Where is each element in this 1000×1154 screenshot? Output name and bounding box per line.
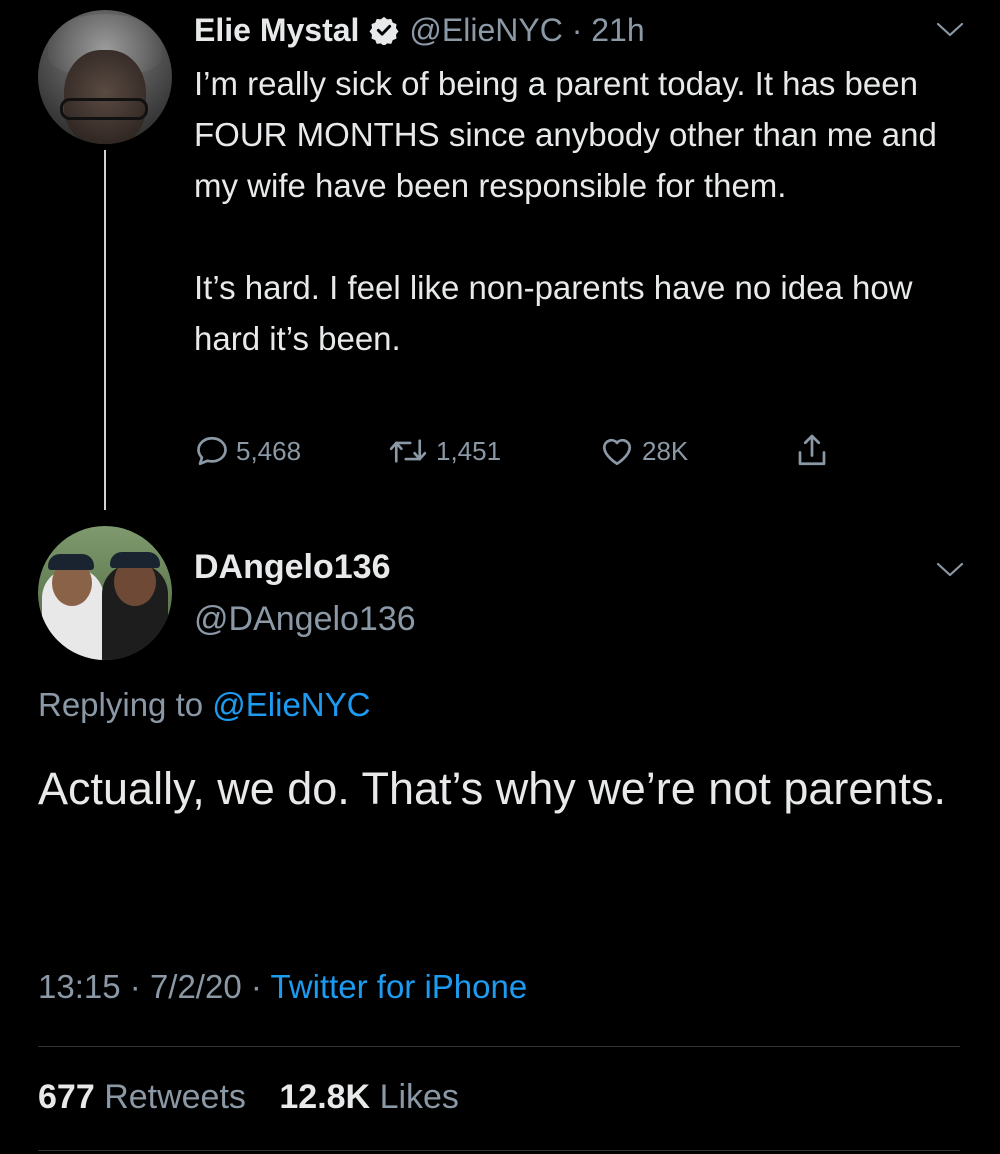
tweet-timestamp: 13:15 [38,968,121,1005]
likes-count: 12.8K [279,1078,371,1116]
tweet-paragraph: It’s hard. I feel like non-parents have … [194,269,913,357]
replying-to-mention-link[interactable]: @ElieNYC [212,686,370,723]
avatar-dangelo136[interactable] [38,526,172,660]
replying-to-line: Replying to @ElieNYC [38,686,370,724]
like-icon [602,438,632,466]
author-handle[interactable]: @ElieNYC [409,12,562,48]
tweet-paragraph: I’m really sick of being a parent today.… [194,65,937,204]
like-count: 28K [642,435,689,466]
tweet-actions: 5,468 1,451 28K [194,428,854,474]
tweet-thread-screen: Elie Mystal @ElieNYC · 21h I’m really si… [0,0,1000,1154]
reply-author-name[interactable]: DAngelo136 [194,548,391,587]
chevron-down-icon[interactable] [936,562,964,578]
tweet-body: I’m really sick of being a parent today.… [194,58,954,364]
tweet-source-link[interactable]: Twitter for iPhone [270,968,527,1005]
tweet-date: 7/2/20 [149,968,242,1005]
tweet-time[interactable]: 21h [591,12,644,48]
meta-separator: · [129,968,141,1005]
tweet-header: Elie Mystal @ElieNYC · 21h [194,8,645,52]
retweet-icon [389,439,427,463]
thread-connector-line [104,150,106,510]
share-icon [798,434,826,466]
reply-body: Actually, we do. That’s why we’re not pa… [38,763,946,814]
tweet-metadata: 13:15 · 7/2/20 · Twitter for iPhone [38,968,527,1006]
verified-badge-icon [369,16,399,45]
retweets-count: 677 [38,1078,95,1116]
engagement-stats: 677 Retweets 12.8K Likes [38,1078,483,1117]
time-separator: · [571,11,583,48]
likes-stat[interactable]: 12.8K Likes [279,1078,483,1116]
retweet-count: 1,451 [436,435,502,466]
share-button[interactable] [794,428,830,474]
chevron-down-icon[interactable] [936,22,964,38]
likes-label: Likes [379,1078,459,1116]
divider [38,1046,960,1047]
reply-author-handle[interactable]: @DAngelo136 [194,600,416,639]
like-button[interactable]: 28K [598,428,688,474]
retweet-button[interactable]: 1,451 [386,428,501,474]
reply-button[interactable]: 5,468 [194,428,301,474]
divider [38,1150,960,1151]
avatar-elie-mystal[interactable] [38,10,172,144]
reply-count: 5,468 [236,435,302,466]
reply-icon [197,436,227,466]
replying-to-label: Replying to [38,686,204,723]
meta-separator: · [250,968,262,1005]
retweets-label: Retweets [104,1078,246,1116]
retweets-stat[interactable]: 677 Retweets [38,1078,270,1116]
author-name[interactable]: Elie Mystal [194,12,359,49]
